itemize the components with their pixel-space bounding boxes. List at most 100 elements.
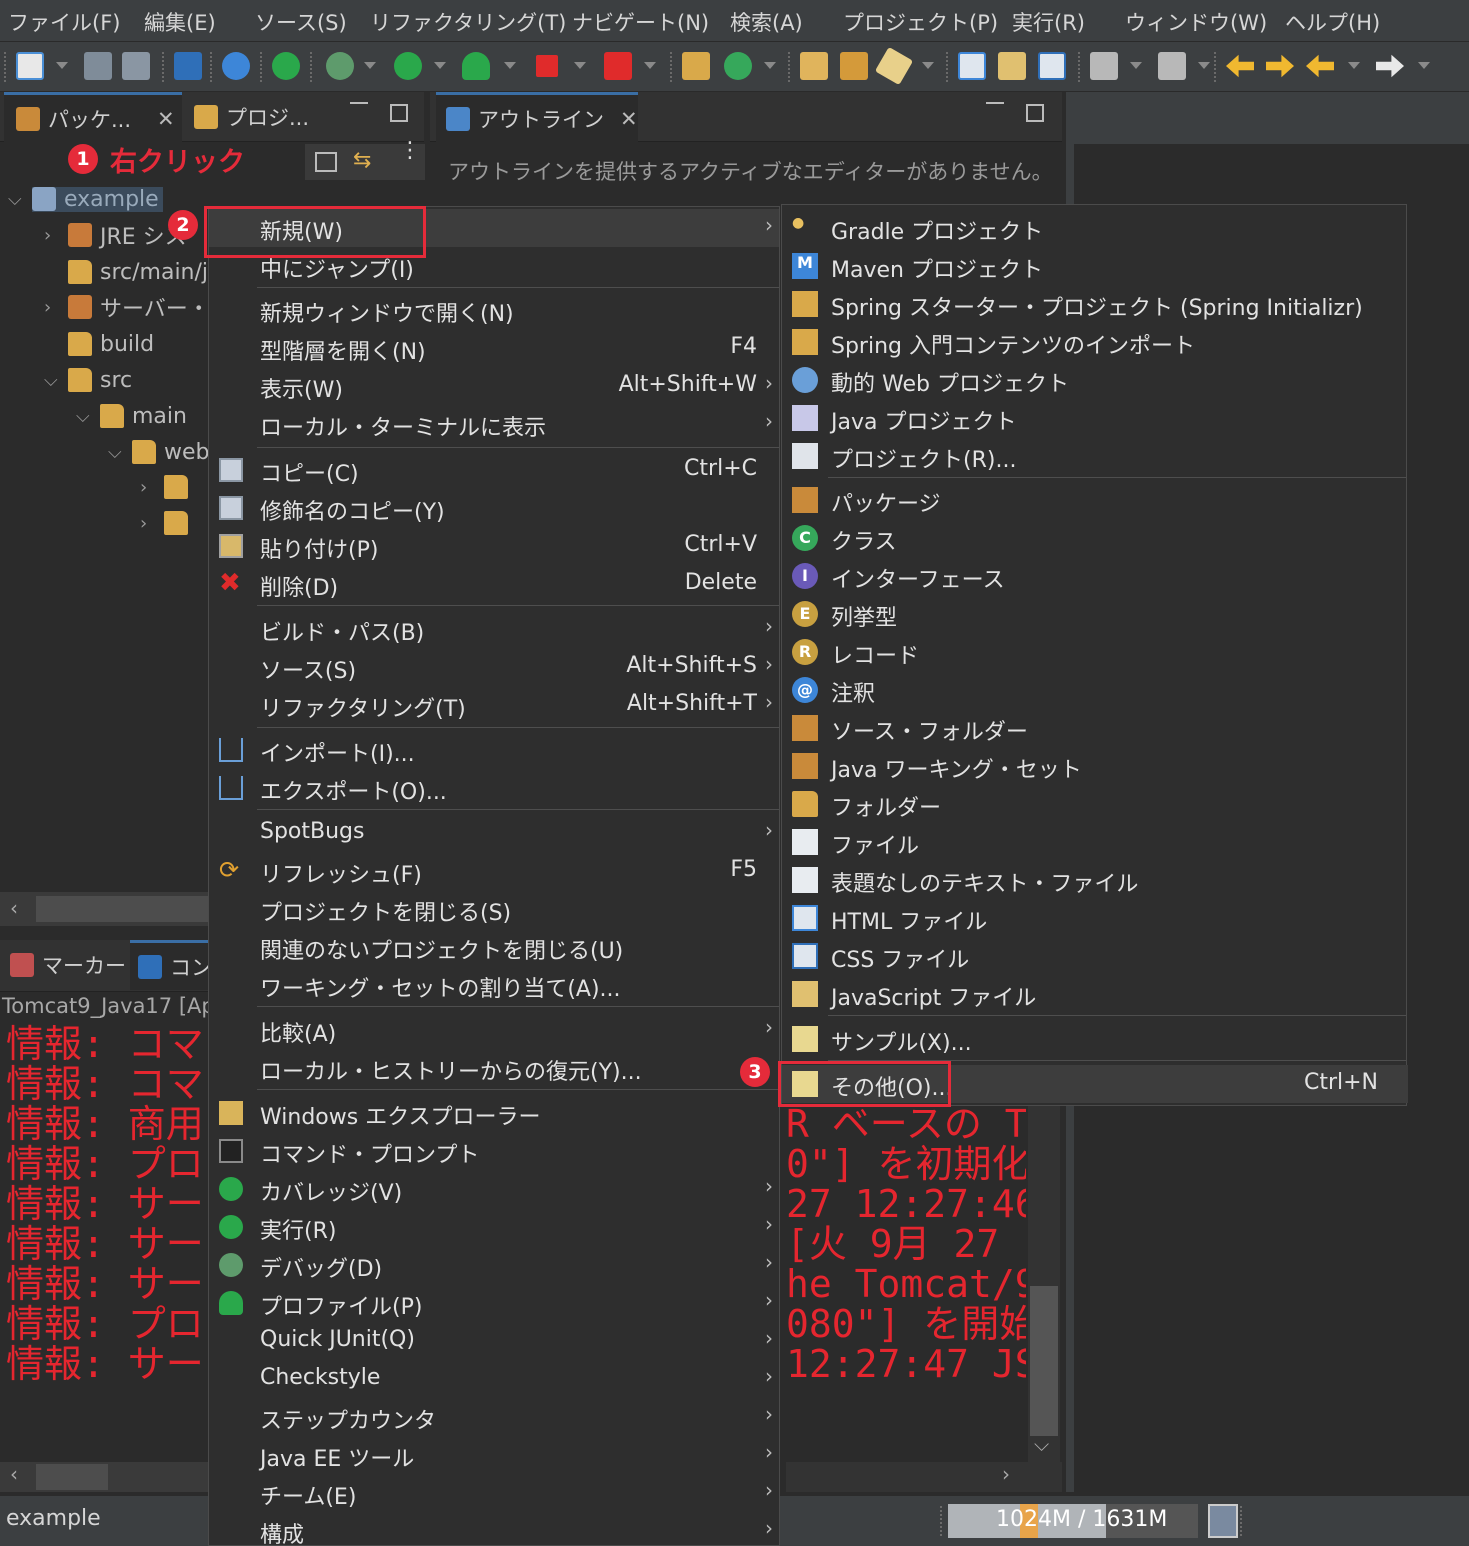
- tree-item-main[interactable]: ⌵ main: [76, 399, 187, 433]
- tree-item-build[interactable]: build: [68, 327, 154, 361]
- heap-status[interactable]: 1024M / 1631M: [948, 1504, 1198, 1538]
- external-tools-icon[interactable]: [604, 52, 632, 80]
- menu-item-debug[interactable]: デバッグ(D) ›: [209, 1246, 779, 1284]
- menu-item-export[interactable]: エクスポート(O)...: [209, 769, 779, 807]
- gear-icon[interactable]: [222, 52, 250, 80]
- tab-console[interactable]: コン: [130, 940, 212, 990]
- submenu-item-source-folder[interactable]: ソース・フォルダー: [782, 709, 1408, 747]
- tree-item-src-main[interactable]: src/main/j: [68, 255, 208, 289]
- chevron-right-icon[interactable]: ›: [44, 225, 60, 246]
- dropdown-arrow-icon[interactable]: [644, 62, 656, 69]
- menu-item-import[interactable]: インポート(I)...: [209, 731, 779, 769]
- dropdown-arrow-icon[interactable]: [764, 62, 776, 69]
- menu-item-paste[interactable]: 貼り付け(P) Ctrl+V: [209, 527, 779, 565]
- stop-icon[interactable]: [536, 55, 558, 77]
- menu-item-refactor[interactable]: リファクタリング(T) Alt+Shift+T ›: [209, 686, 779, 724]
- menu-project[interactable]: プロジェクト(P): [843, 7, 998, 37]
- submenu-item-dynamic-web[interactable]: 動的 Web プロジェクト: [782, 361, 1408, 399]
- maximize-icon[interactable]: [390, 104, 408, 122]
- chevron-down-icon[interactable]: ⌵: [108, 442, 124, 463]
- chevron-right-icon[interactable]: ›: [44, 297, 60, 318]
- new-css-icon[interactable]: [1038, 52, 1066, 80]
- menu-item-configure[interactable]: 構成 ›: [209, 1512, 779, 1545]
- run-icon[interactable]: [394, 52, 422, 80]
- scrollbar-thumb[interactable]: [36, 1464, 108, 1490]
- tab-project-explorer[interactable]: プロジ...: [190, 92, 330, 142]
- menu-item-close-project[interactable]: プロジェクトを閉じる(S): [209, 890, 779, 928]
- submenu-item-java-working-set[interactable]: Java ワーキング・セット: [782, 747, 1408, 785]
- submenu-item-gradle[interactable]: ● Gradle プロジェクト: [782, 209, 1408, 247]
- back-icon[interactable]: [1306, 54, 1334, 78]
- chevron-right-icon[interactable]: ›: [140, 477, 156, 498]
- new-icon[interactable]: [16, 52, 44, 80]
- new-js-icon[interactable]: [998, 52, 1026, 80]
- submenu-item-record[interactable]: R レコード: [782, 633, 1408, 671]
- chevron-down-icon[interactable]: ⌵: [44, 370, 60, 391]
- menu-file[interactable]: ファイル(F): [8, 7, 120, 37]
- tree-item-src[interactable]: ⌵ src: [44, 363, 132, 397]
- submenu-item-sample[interactable]: サンプル(X)...: [782, 1020, 1408, 1058]
- terminal-icon[interactable]: [174, 52, 202, 80]
- dropdown-arrow-icon[interactable]: [56, 62, 68, 69]
- dropdown-arrow-icon[interactable]: [434, 62, 446, 69]
- tree-item-folder[interactable]: ›: [140, 470, 196, 504]
- close-icon[interactable]: ✕: [620, 107, 638, 131]
- trash-icon[interactable]: [1208, 1504, 1238, 1538]
- tree-item-jre[interactable]: › JRE シス: [44, 218, 187, 252]
- submenu-item-project[interactable]: プロジェクト(R)...: [782, 437, 1408, 475]
- chevron-down-icon[interactable]: ⌵: [76, 406, 92, 427]
- submenu-item-spring-guides[interactable]: Spring 入門コンテンツのインポート: [782, 323, 1408, 361]
- menu-item-copy-qualified[interactable]: 修飾名のコピー(Y): [209, 489, 779, 527]
- prev-annotation-icon[interactable]: [1158, 52, 1186, 80]
- minimize-icon[interactable]: [350, 102, 368, 104]
- submenu-item-html[interactable]: HTML ファイル: [782, 899, 1408, 937]
- minimize-icon[interactable]: [986, 102, 1004, 104]
- menu-navigate[interactable]: ナビゲート(N): [572, 7, 709, 37]
- maximize-icon[interactable]: [1026, 104, 1044, 122]
- submenu-item-maven[interactable]: M Maven プロジェクト: [782, 247, 1408, 285]
- submenu-item-untitled-text[interactable]: 表題なしのテキスト・ファイル: [782, 861, 1408, 899]
- scroll-down-icon[interactable]: ⌵: [1034, 1432, 1049, 1456]
- menu-item-type-hierarchy[interactable]: 型階層を開く(N) F4: [209, 329, 779, 367]
- submenu-item-folder[interactable]: フォルダー: [782, 785, 1408, 823]
- scroll-right-icon[interactable]: ›: [1002, 1462, 1010, 1486]
- menu-item-refresh[interactable]: ⟳ リフレッシュ(F) F5: [209, 852, 779, 890]
- tree-item-server-runtime[interactable]: › サーバー・ラ: [44, 290, 232, 324]
- menu-help[interactable]: ヘルプ(H): [1285, 7, 1380, 37]
- submenu-item-javascript[interactable]: JavaScript ファイル: [782, 975, 1408, 1013]
- menu-item-spotbugs[interactable]: SpotBugs ›: [209, 814, 779, 852]
- menu-item-command-prompt[interactable]: コマンド・プロンプト: [209, 1132, 779, 1170]
- menu-item-quick-junit[interactable]: Quick JUnit(Q) ›: [209, 1322, 779, 1360]
- console-left-hscrollbar[interactable]: ‹: [0, 1462, 210, 1492]
- menu-search[interactable]: 検索(A): [730, 7, 803, 37]
- dropdown-arrow-icon[interactable]: [1418, 62, 1430, 69]
- chevron-right-icon[interactable]: ›: [140, 513, 156, 534]
- link-editor-icon[interactable]: ⇆: [353, 148, 371, 173]
- menu-item-show[interactable]: 表示(W) Alt+Shift+W ›: [209, 367, 779, 405]
- next-annotation-icon[interactable]: [1090, 52, 1118, 80]
- menu-item-team[interactable]: チーム(E) ›: [209, 1474, 779, 1512]
- scroll-left-icon[interactable]: ‹: [10, 896, 18, 920]
- menu-source[interactable]: ソース(S): [255, 7, 347, 37]
- submenu-item-package[interactable]: パッケージ: [782, 481, 1408, 519]
- coverage-icon[interactable]: [462, 52, 490, 80]
- menu-item-delete[interactable]: ✖ 削除(D) Delete: [209, 565, 779, 603]
- dropdown-arrow-icon[interactable]: [1198, 62, 1210, 69]
- tree-item-web[interactable]: ⌵ web: [108, 435, 210, 469]
- dropdown-arrow-icon[interactable]: [922, 62, 934, 69]
- menu-run[interactable]: 実行(R): [1012, 7, 1085, 37]
- open-project-icon[interactable]: [840, 52, 868, 80]
- debug-icon[interactable]: [326, 52, 354, 80]
- menu-item-coverage[interactable]: カバレッジ(V) ›: [209, 1170, 779, 1208]
- dropdown-arrow-icon[interactable]: [1348, 62, 1360, 69]
- tree-item-example[interactable]: ⌵ example: [8, 182, 163, 216]
- menu-item-build-path[interactable]: ビルド・パス(B) ›: [209, 610, 779, 648]
- menu-item-new-window[interactable]: 新規ウィンドウで開く(N): [209, 291, 779, 329]
- submenu-item-css[interactable]: CSS ファイル: [782, 937, 1408, 975]
- menu-item-profile[interactable]: プロファイル(P) ›: [209, 1284, 779, 1322]
- menu-refactor[interactable]: リファクタリング(T): [370, 7, 566, 37]
- menu-item-source[interactable]: ソース(S) Alt+Shift+S ›: [209, 648, 779, 686]
- menu-item-windows-explorer[interactable]: Windows エクスプローラー: [209, 1094, 779, 1132]
- menu-window[interactable]: ウィンドウ(W): [1125, 7, 1267, 37]
- brush-icon[interactable]: [874, 46, 914, 86]
